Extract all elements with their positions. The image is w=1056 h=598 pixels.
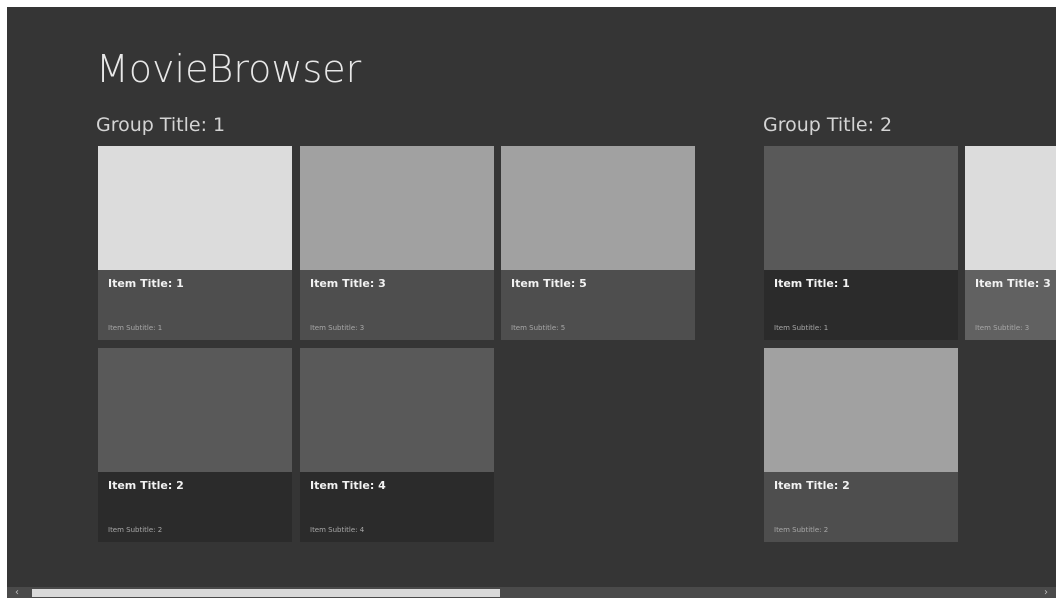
tile-title: Item Title: 1	[108, 277, 184, 290]
tile-subtitle: Item Subtitle: 5	[511, 324, 566, 332]
tile-image	[300, 146, 494, 270]
tile-title: Item Title: 4	[310, 479, 386, 492]
tile-group2-item3[interactable]: Item Title: 3 Item Subtitle: 3	[965, 146, 1056, 340]
tile-subtitle: Item Subtitle: 2	[108, 526, 163, 534]
scrollbar-thumb[interactable]	[32, 589, 500, 597]
tile-subtitle: Item Subtitle: 1	[774, 324, 829, 332]
tile-subtitle: Item Subtitle: 3	[310, 324, 365, 332]
tile-title: Item Title: 3	[310, 277, 386, 290]
tile-group1-item2[interactable]: Item Title: 2 Item Subtitle: 2	[98, 348, 292, 542]
tile-subtitle: Item Subtitle: 1	[108, 324, 163, 332]
tile-title: Item Title: 2	[774, 479, 850, 492]
tile-group2-item1[interactable]: Item Title: 1 Item Subtitle: 1	[764, 146, 958, 340]
tile-image	[98, 348, 292, 472]
tile-image	[764, 348, 958, 472]
tile-image	[965, 146, 1056, 270]
tile-group1-item3[interactable]: Item Title: 3 Item Subtitle: 3	[300, 146, 494, 340]
tile-caption: Item Title: 2 Item Subtitle: 2	[764, 472, 958, 542]
tile-caption: Item Title: 3 Item Subtitle: 3	[300, 270, 494, 340]
tile-title: Item Title: 5	[511, 277, 587, 290]
tile-group2-item2[interactable]: Item Title: 2 Item Subtitle: 2	[764, 348, 958, 542]
tile-caption: Item Title: 3 Item Subtitle: 3	[965, 270, 1056, 340]
tile-caption: Item Title: 1 Item Subtitle: 1	[98, 270, 292, 340]
tile-title: Item Title: 2	[108, 479, 184, 492]
horizontal-scrollbar[interactable]: ‹ ›	[7, 587, 1056, 598]
tile-group1-item4[interactable]: Item Title: 4 Item Subtitle: 4	[300, 348, 494, 542]
tile-caption: Item Title: 5 Item Subtitle: 5	[501, 270, 695, 340]
tile-group1-item1[interactable]: Item Title: 1 Item Subtitle: 1	[98, 146, 292, 340]
tile-image	[98, 146, 292, 270]
app-window: MovieBrowser Group Title: 1 Item Title: …	[7, 7, 1056, 598]
group-header-2[interactable]: Group Title: 2	[763, 114, 892, 136]
tile-image	[501, 146, 695, 270]
tile-subtitle: Item Subtitle: 4	[310, 526, 365, 534]
group-header-1[interactable]: Group Title: 1	[96, 114, 225, 136]
page-title: MovieBrowser	[96, 47, 362, 91]
chevron-right-icon[interactable]: ›	[1040, 587, 1052, 598]
tile-caption: Item Title: 1 Item Subtitle: 1	[764, 270, 958, 340]
tile-title: Item Title: 3	[975, 277, 1051, 290]
tile-subtitle: Item Subtitle: 2	[774, 526, 829, 534]
tile-image	[764, 146, 958, 270]
tile-caption: Item Title: 2 Item Subtitle: 2	[98, 472, 292, 542]
tile-image	[300, 348, 494, 472]
tile-subtitle: Item Subtitle: 3	[975, 324, 1030, 332]
chevron-left-icon[interactable]: ‹	[11, 587, 23, 598]
tile-group1-item5[interactable]: Item Title: 5 Item Subtitle: 5	[501, 146, 695, 340]
tile-title: Item Title: 1	[774, 277, 850, 290]
tile-caption: Item Title: 4 Item Subtitle: 4	[300, 472, 494, 542]
